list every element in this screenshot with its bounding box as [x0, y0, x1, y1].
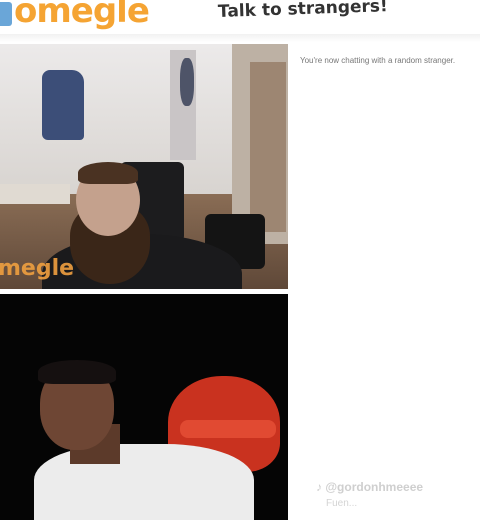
tiktok-handle: ♪ @gordonhmeeee: [316, 480, 424, 494]
side-table: [0, 184, 70, 204]
tiktok-handle-secondary: Fuen...: [326, 498, 358, 509]
app-header: omegle Talk to strangers!: [0, 0, 480, 35]
omegle-logo[interactable]: omegle: [14, 0, 150, 31]
chat-status-message: You're now chatting with a random strang…: [300, 56, 456, 65]
wall-decor: [180, 58, 194, 106]
header-divider: [0, 34, 480, 42]
stranger-hair: [78, 162, 138, 184]
self-hair: [38, 360, 116, 384]
video-watermark: megle: [0, 256, 75, 281]
omegle-logo-icon: [0, 2, 12, 26]
self-video: [0, 294, 288, 520]
door: [250, 62, 286, 232]
wall-art: [42, 70, 84, 140]
self-shirt: [34, 444, 254, 520]
stranger-video: megle: [0, 44, 288, 289]
red-hat-band: [180, 420, 276, 438]
tagline: Talk to strangers!: [217, 0, 389, 22]
chat-log[interactable]: You're now chatting with a random strang…: [292, 44, 480, 520]
